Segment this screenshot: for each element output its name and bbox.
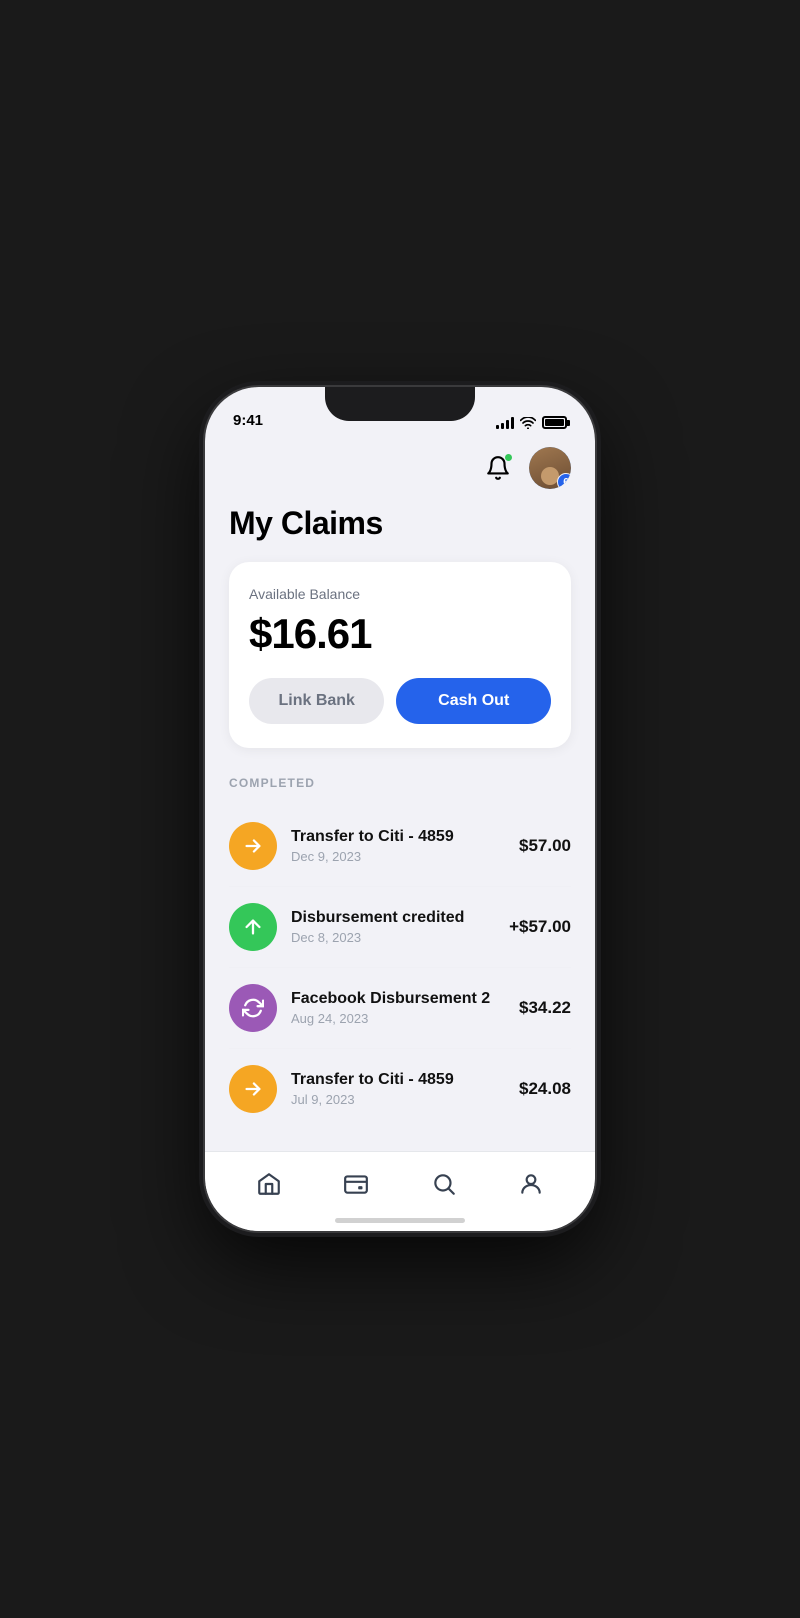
transaction-date-3: Aug 24, 2023: [291, 1011, 519, 1026]
main-content: 6 My Claims Available Balance $16.61 Lin…: [205, 437, 595, 1151]
transaction-amount-1: $57.00: [519, 836, 571, 856]
transaction-item[interactable]: Facebook Disbursement 2 Aug 24, 2023 $34…: [229, 968, 571, 1049]
transaction-amount-4: $24.08: [519, 1079, 571, 1099]
signal-bar-1: [496, 425, 499, 429]
signal-bar-2: [501, 423, 504, 429]
transaction-amount-2: +$57.00: [509, 917, 571, 937]
battery-icon: [542, 416, 567, 429]
transaction-info-1: Transfer to Citi - 4859 Dec 9, 2023: [291, 828, 519, 864]
nav-item-search[interactable]: [414, 1160, 474, 1208]
link-bank-button[interactable]: Link Bank: [249, 678, 384, 724]
avatar-badge: 6: [557, 473, 571, 489]
notch: [325, 387, 475, 421]
nav-item-home[interactable]: [239, 1160, 299, 1208]
top-bar: 6: [229, 447, 571, 489]
transaction-info-2: Disbursement credited Dec 8, 2023: [291, 909, 509, 945]
transaction-info-3: Facebook Disbursement 2 Aug 24, 2023: [291, 990, 519, 1026]
search-icon: [431, 1171, 457, 1197]
transaction-item[interactable]: Transfer to Citi - 4859 Dec 9, 2023 $57.…: [229, 806, 571, 887]
transaction-title-2: Disbursement credited: [291, 909, 509, 927]
transaction-title-3: Facebook Disbursement 2: [291, 990, 519, 1008]
transaction-item[interactable]: Disbursement credited Dec 8, 2023 +$57.0…: [229, 887, 571, 968]
balance-label: Available Balance: [249, 586, 551, 602]
wallet-icon: [343, 1171, 369, 1197]
signal-bars-icon: [496, 417, 514, 429]
status-time: 9:41: [233, 412, 263, 429]
phone-frame: 9:41: [205, 387, 595, 1231]
signal-bar-4: [511, 417, 514, 429]
nav-item-wallet[interactable]: [326, 1160, 386, 1208]
transaction-date-1: Dec 9, 2023: [291, 849, 519, 864]
transaction-icon-disbursement: [229, 903, 277, 951]
phone-screen: 9:41: [205, 387, 595, 1231]
home-indicator: [335, 1218, 465, 1223]
status-icons: [496, 416, 567, 429]
battery-fill: [545, 419, 564, 426]
profile-icon: [518, 1171, 544, 1197]
transaction-icon-transfer-1: [229, 822, 277, 870]
transaction-icon-facebook: [229, 984, 277, 1032]
transaction-info-4: Transfer to Citi - 4859 Jul 9, 2023: [291, 1071, 519, 1107]
transaction-date-4: Jul 9, 2023: [291, 1092, 519, 1107]
avatar[interactable]: 6: [529, 447, 571, 489]
cash-out-button[interactable]: Cash Out: [396, 678, 551, 724]
signal-bar-3: [506, 420, 509, 429]
page-title: My Claims: [229, 505, 571, 542]
home-icon: [256, 1171, 282, 1197]
notification-bell[interactable]: [479, 449, 517, 487]
completed-section-label: COMPLETED: [229, 776, 571, 790]
transaction-title-4: Transfer to Citi - 4859: [291, 1071, 519, 1089]
balance-amount: $16.61: [249, 610, 551, 658]
transaction-item[interactable]: Transfer to Citi - 4859 Jul 9, 2023 $24.…: [229, 1049, 571, 1129]
transaction-title-1: Transfer to Citi - 4859: [291, 828, 519, 846]
transaction-icon-transfer-2: [229, 1065, 277, 1113]
balance-card: Available Balance $16.61 Link Bank Cash …: [229, 562, 571, 748]
transaction-date-2: Dec 8, 2023: [291, 930, 509, 945]
nav-item-profile[interactable]: [501, 1160, 561, 1208]
wifi-icon: [520, 417, 536, 429]
transaction-list: Transfer to Citi - 4859 Dec 9, 2023 $57.…: [229, 806, 571, 1129]
notification-dot: [504, 453, 513, 462]
action-buttons: Link Bank Cash Out: [249, 678, 551, 724]
transaction-amount-3: $34.22: [519, 998, 571, 1018]
